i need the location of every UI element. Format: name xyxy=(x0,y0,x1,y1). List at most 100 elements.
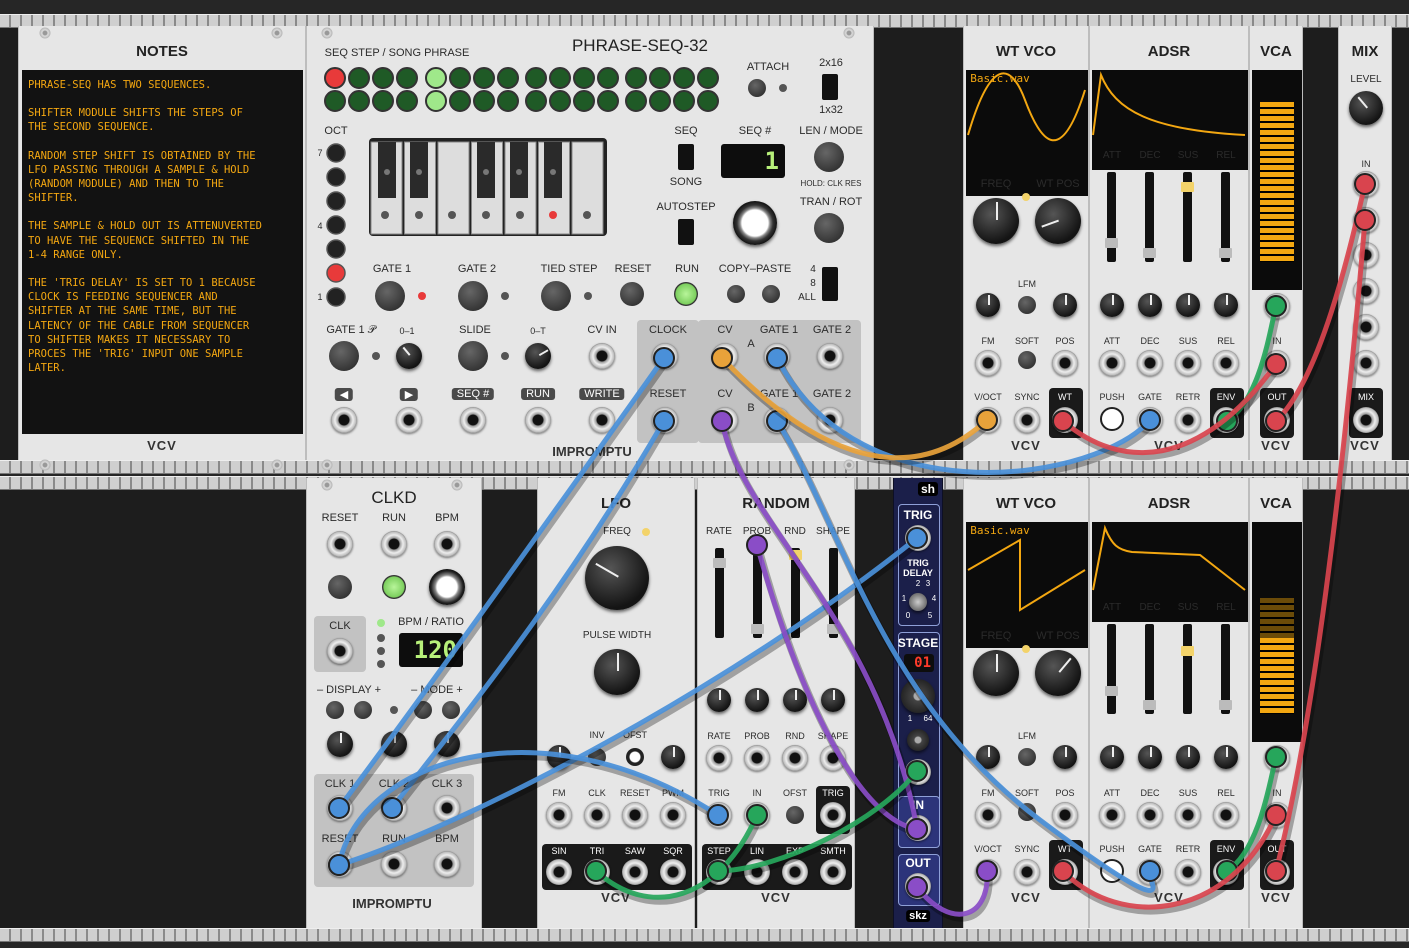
sync-jack[interactable] xyxy=(1014,859,1040,885)
wt-out-jack[interactable] xyxy=(1052,407,1078,433)
bpm-out-jack[interactable] xyxy=(434,851,460,877)
clk2-ratio-knob[interactable] xyxy=(381,731,407,757)
stage-atten-knob[interactable] xyxy=(907,729,929,751)
exp-out-jack[interactable] xyxy=(782,859,808,885)
trig-in-jack[interactable] xyxy=(706,802,732,828)
slide-button[interactable] xyxy=(458,341,488,371)
att-cv-knob[interactable] xyxy=(1100,745,1124,769)
lfm-button[interactable] xyxy=(1018,748,1036,766)
push-button[interactable] xyxy=(1100,859,1124,883)
level-knob[interactable] xyxy=(1349,91,1383,125)
trig-in-jack[interactable] xyxy=(905,525,931,551)
reset-out-jack[interactable] xyxy=(327,851,353,877)
reset-button[interactable] xyxy=(620,282,644,306)
att-cv-knob[interactable] xyxy=(1100,293,1124,317)
run-tag-button[interactable]: RUN xyxy=(521,388,555,400)
freq-knob[interactable] xyxy=(973,650,1019,696)
in-jack[interactable] xyxy=(1264,802,1290,828)
clk-jack[interactable] xyxy=(584,802,610,828)
att-slider[interactable] xyxy=(1105,172,1118,262)
dec-slider[interactable] xyxy=(1143,624,1156,714)
mix-out-jack[interactable] xyxy=(1353,407,1379,433)
tied-step-button[interactable] xyxy=(541,281,571,311)
run-button[interactable] xyxy=(382,575,406,599)
att-cv-jack[interactable] xyxy=(1099,350,1125,376)
clk1-out-jack[interactable] xyxy=(327,795,353,821)
rel-cv-jack[interactable] xyxy=(1213,802,1239,828)
reset-jack[interactable] xyxy=(622,802,648,828)
trig-out-jack[interactable] xyxy=(820,802,846,828)
clk1-ratio-knob[interactable] xyxy=(327,731,353,757)
sus-slider[interactable] xyxy=(1181,172,1194,262)
clk-in-jack[interactable] xyxy=(327,638,353,664)
main-encoder-knob[interactable] xyxy=(733,201,777,245)
mode-minus-button[interactable] xyxy=(414,701,432,719)
rel-slider[interactable] xyxy=(1219,172,1232,262)
rate-cv-knob[interactable] xyxy=(707,688,731,712)
shape-cv-jack[interactable] xyxy=(820,745,846,771)
retr-jack[interactable] xyxy=(1175,859,1201,885)
right-button[interactable]: ▶ xyxy=(399,388,419,401)
att-slider[interactable] xyxy=(1105,624,1118,714)
gate-in-jack[interactable] xyxy=(1137,407,1163,433)
push-button[interactable] xyxy=(1100,407,1124,431)
display-minus-button[interactable] xyxy=(326,701,344,719)
cv-b-out-jack[interactable] xyxy=(712,407,738,433)
sus-cv-jack[interactable] xyxy=(1175,350,1201,376)
rel-slider[interactable] xyxy=(1219,624,1232,714)
prob-cv-knob[interactable] xyxy=(745,688,769,712)
clk3-out-jack[interactable] xyxy=(434,795,460,821)
dec-cv-jack[interactable] xyxy=(1137,802,1163,828)
in-jack-4[interactable] xyxy=(1353,278,1379,304)
freq-knob[interactable] xyxy=(585,546,649,610)
pwm-jack[interactable] xyxy=(660,802,686,828)
fm-jack[interactable] xyxy=(546,802,572,828)
copy-paste-switch[interactable] xyxy=(822,267,838,301)
notes-text-area[interactable]: PHRASE-SEQ HAS TWO SEQUENCES. SHIFTER MO… xyxy=(22,70,303,434)
bpm-in-jack[interactable] xyxy=(434,531,460,557)
rnd-slider[interactable] xyxy=(789,548,802,638)
env-out-jack[interactable] xyxy=(1213,859,1239,885)
fm-knob[interactable] xyxy=(976,745,1000,769)
paste-button[interactable] xyxy=(762,285,780,303)
fm-knob[interactable] xyxy=(976,293,1000,317)
dec-cv-jack[interactable] xyxy=(1137,350,1163,376)
env-out-jack[interactable] xyxy=(1213,407,1239,433)
fm-knob[interactable] xyxy=(547,745,571,769)
saw-out-jack[interactable] xyxy=(622,859,648,885)
attach-button[interactable] xyxy=(748,79,766,97)
sus-cv-knob[interactable] xyxy=(1176,293,1200,317)
in-jack-5[interactable] xyxy=(1353,314,1379,340)
left-button[interactable]: ◀ xyxy=(334,388,354,401)
soft-button[interactable] xyxy=(1018,803,1036,821)
cv-in-jack[interactable] xyxy=(589,343,615,369)
fm-jack[interactable] xyxy=(975,350,1001,376)
pos-jack[interactable] xyxy=(1052,802,1078,828)
gate-in-jack[interactable] xyxy=(1137,859,1163,885)
clock-in-jack[interactable] xyxy=(652,343,678,369)
pos-knob[interactable] xyxy=(1053,745,1077,769)
pwm-knob[interactable] xyxy=(661,745,685,769)
voct-jack[interactable] xyxy=(975,859,1001,885)
rel-cv-knob[interactable] xyxy=(1214,745,1238,769)
dec-slider[interactable] xyxy=(1143,172,1156,262)
out-jack[interactable] xyxy=(905,873,931,899)
sus-cv-jack[interactable] xyxy=(1175,802,1201,828)
fm-jack[interactable] xyxy=(975,802,1001,828)
seq-num-cv-jack[interactable] xyxy=(460,407,486,433)
out-jack[interactable] xyxy=(1264,859,1290,885)
wt-pos-knob[interactable] xyxy=(1035,198,1081,244)
in-jack[interactable] xyxy=(1264,350,1290,376)
stage-cv-jack[interactable] xyxy=(905,759,931,785)
reset-button[interactable] xyxy=(328,575,352,599)
gate1-button[interactable] xyxy=(375,281,405,311)
pos-knob[interactable] xyxy=(1053,293,1077,317)
in-jack-3[interactable] xyxy=(1353,242,1379,268)
write-button[interactable]: WRITE xyxy=(579,388,625,400)
rel-cv-jack[interactable] xyxy=(1213,350,1239,376)
soft-button[interactable] xyxy=(1018,351,1036,369)
len-mode-button[interactable] xyxy=(814,142,844,172)
slide-knob[interactable] xyxy=(525,343,551,369)
run-in-jack[interactable] xyxy=(381,531,407,557)
display-plus-button[interactable] xyxy=(354,701,372,719)
